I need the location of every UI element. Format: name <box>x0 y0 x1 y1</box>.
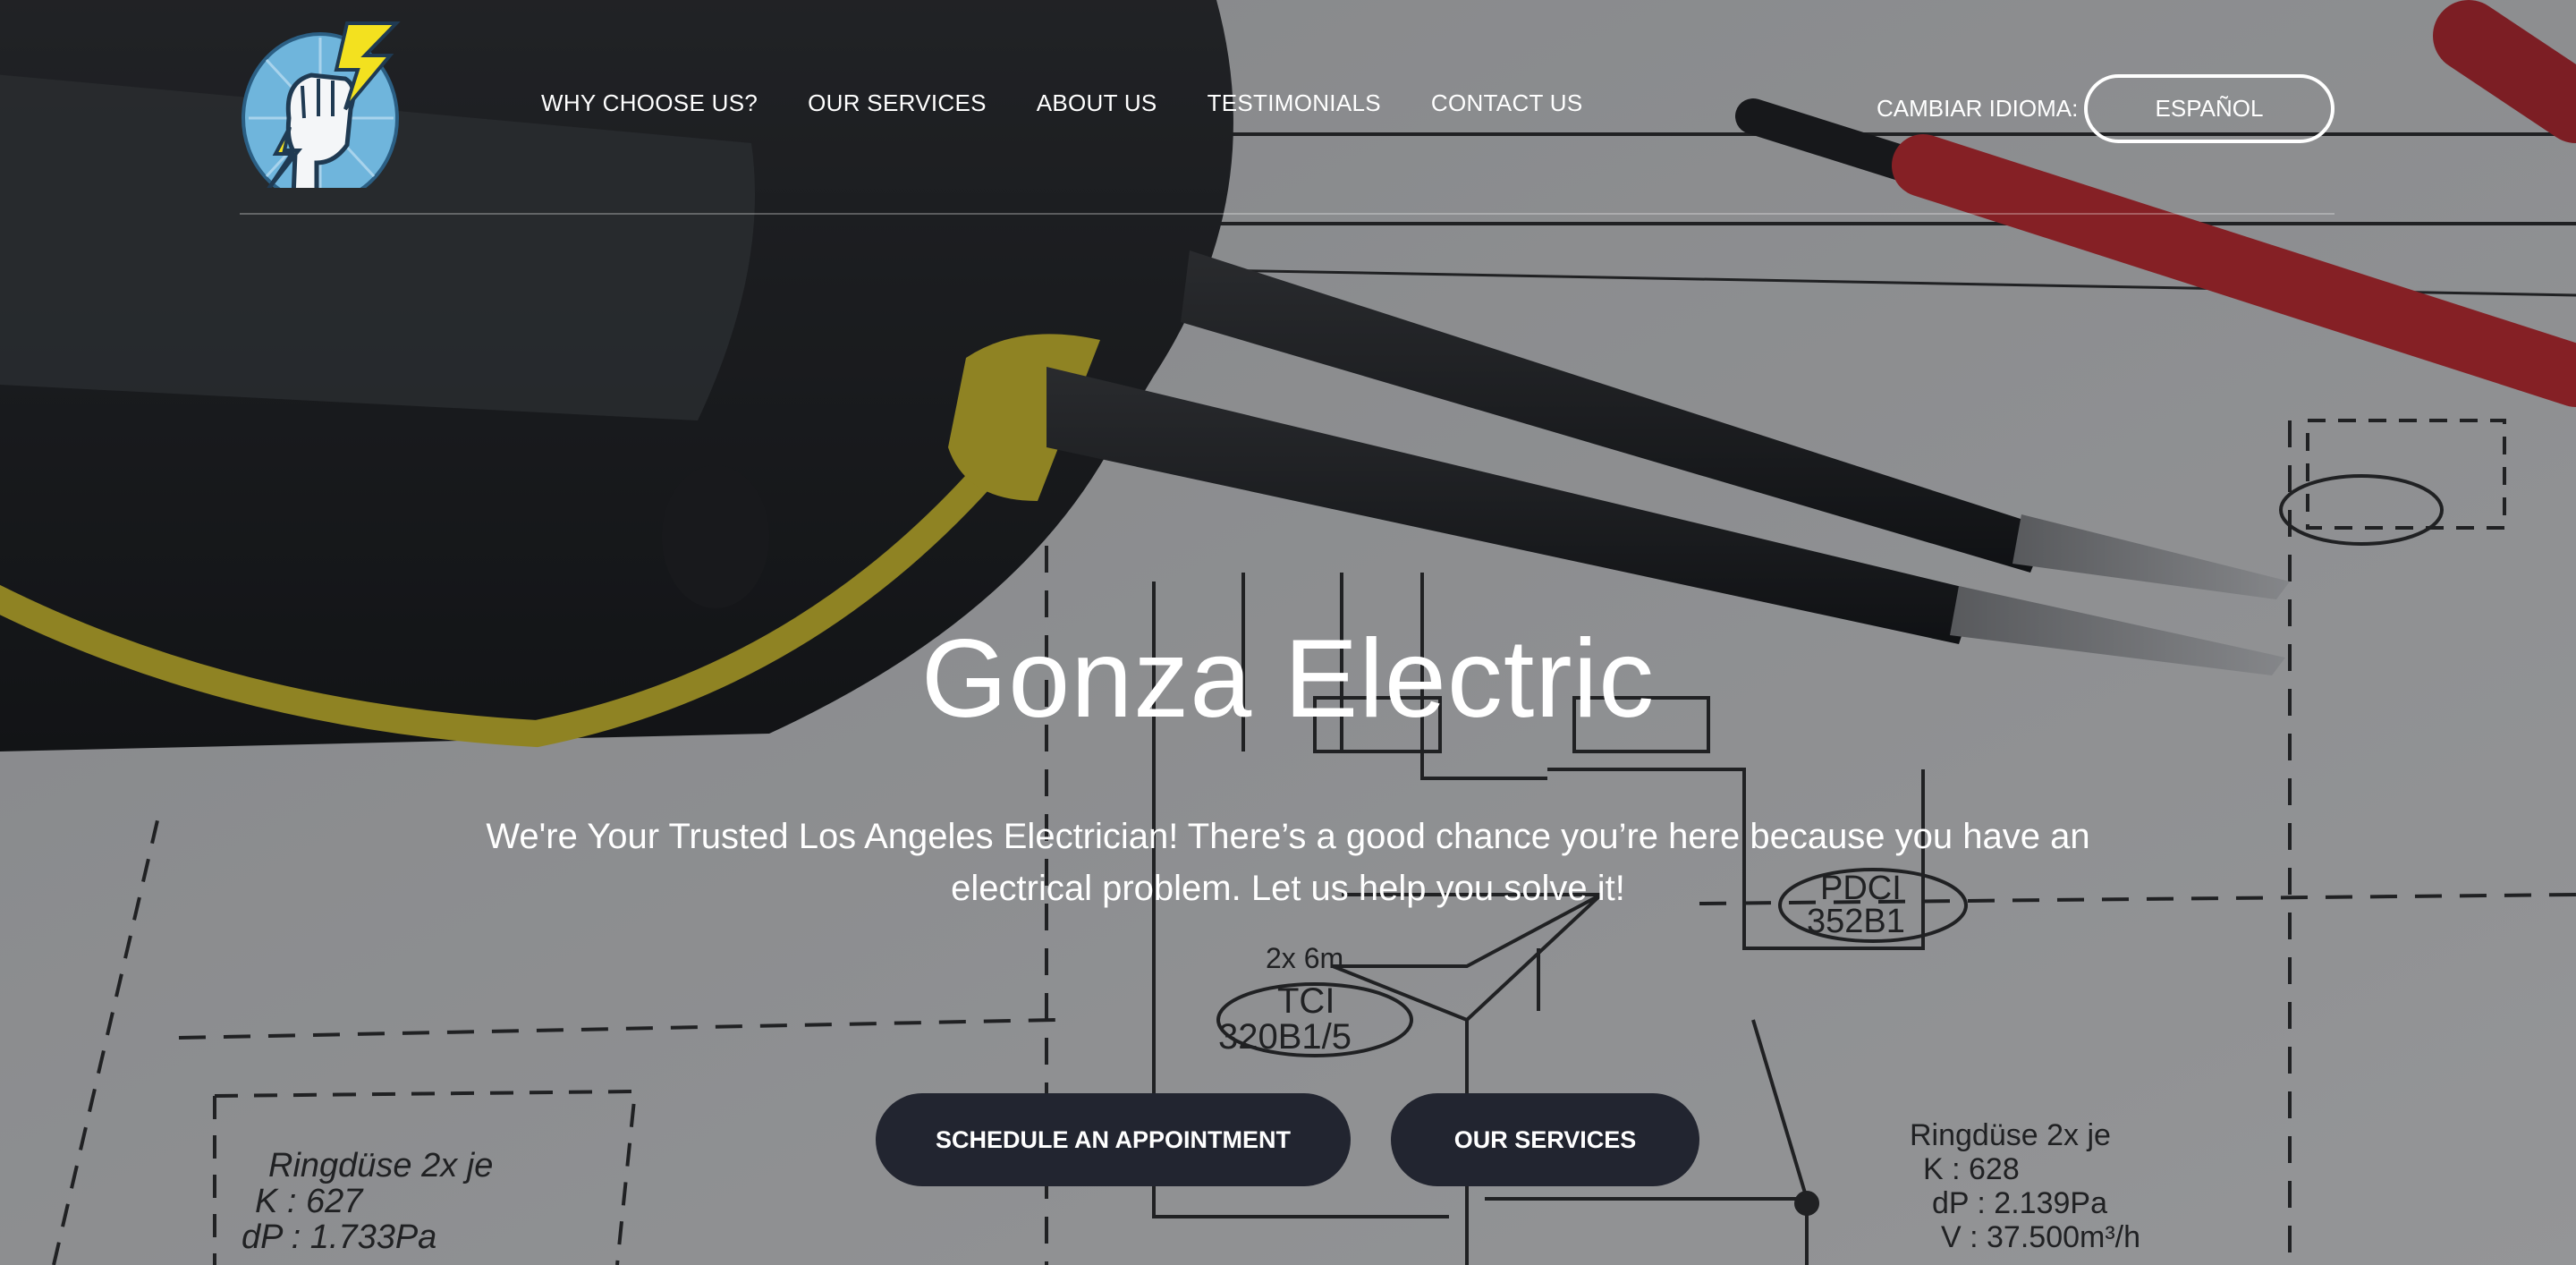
header-divider <box>240 213 2334 215</box>
hero-title: Gonza Electric <box>920 617 1656 741</box>
nav-our-services[interactable]: OUR SERVICES <box>808 89 987 117</box>
our-services-button[interactable]: OUR SERVICES <box>1391 1093 1699 1186</box>
language-switch-button[interactable]: ESPAÑOL <box>2084 74 2334 143</box>
hero-section: Ringdüse 2x je K : 627 dP : 1.733Pa Ring… <box>0 0 2576 1265</box>
language-label: CAMBIAR IDIOMA: <box>1877 95 2079 122</box>
nav-testimonials[interactable]: TESTIMONIALS <box>1208 89 1381 117</box>
nav-about-us[interactable]: ABOUT US <box>1037 89 1157 117</box>
hero-subtitle: We're Your Trusted Los Angeles Electrici… <box>486 817 2090 908</box>
nav-contact-us[interactable]: CONTACT US <box>1431 89 1583 117</box>
fist-lightning-logo-icon[interactable] <box>240 20 402 188</box>
schedule-appointment-button[interactable]: SCHEDULE AN APPOINTMENT <box>876 1093 1351 1186</box>
nav-why-choose-us[interactable]: WHY CHOOSE US? <box>541 89 758 117</box>
main-navigation: WHY CHOOSE US? OUR SERVICES ABOUT US TES… <box>541 89 1582 117</box>
